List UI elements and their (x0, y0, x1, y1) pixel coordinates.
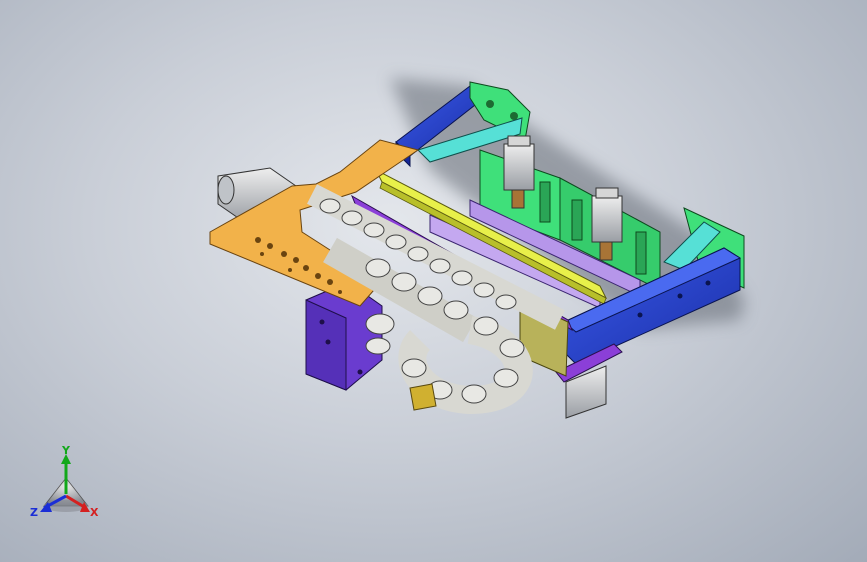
x-axis-label: X (90, 506, 99, 519)
y-axis-label: Y (61, 446, 71, 457)
orientation-triad[interactable]: Y X Z (22, 446, 112, 526)
model-viewport[interactable] (0, 0, 867, 562)
z-axis-label: Z (30, 506, 38, 519)
